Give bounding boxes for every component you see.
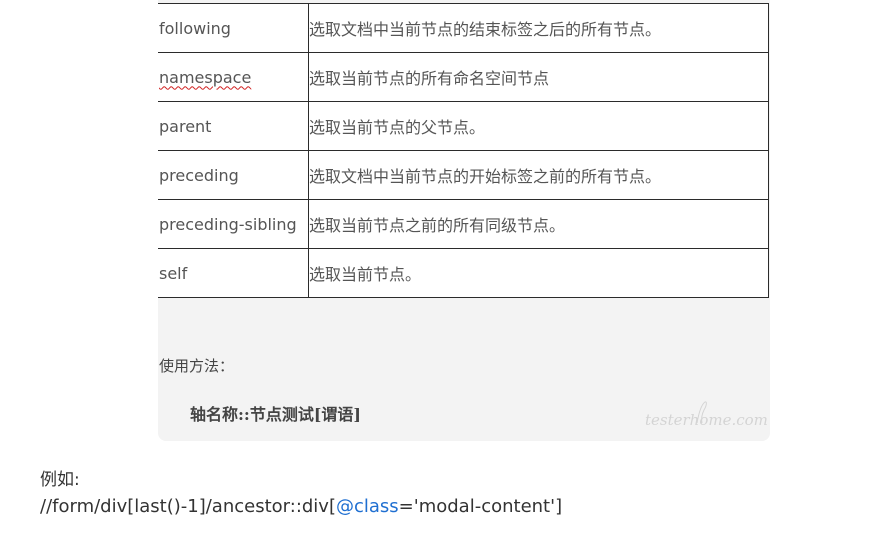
- table-row: preceding-sibling 选取当前节点之前的所有同级节点。: [158, 199, 769, 249]
- axis-name-cell: following: [158, 3, 309, 53]
- table-row: preceding 选取文档中当前节点的开始标签之前的所有节点。: [158, 150, 769, 200]
- usage-label: 使用方法：: [159, 357, 235, 375]
- example-label: 例如:: [40, 470, 80, 490]
- xpath-axis-table: following 选取文档中当前节点的结束标签之后的所有节点。 namespa…: [158, 3, 769, 298]
- embedded-axis-table-image: following 选取文档中当前节点的结束标签之后的所有节点。 namespa…: [158, 0, 770, 441]
- usage-syntax: 轴名称::节点测试[谓语]: [190, 405, 361, 424]
- table-row: self 选取当前节点。: [158, 248, 769, 298]
- axis-description-cell: 选取文档中当前节点的开始标签之前的所有节点。: [308, 150, 769, 200]
- axis-description-cell: 选取文档中当前节点的结束标签之后的所有节点。: [308, 3, 769, 53]
- axis-description-cell: 选取当前节点的父节点。: [308, 101, 769, 151]
- testerhome-watermark-logo: testerhome.com: [645, 401, 768, 429]
- axis-name-cell: parent: [158, 101, 309, 151]
- table-row: namespace 选取当前节点的所有命名空间节点: [158, 52, 769, 102]
- axis-name-cell: self: [158, 248, 309, 298]
- example-xpath-code: //form/div[last()-1]/ancestor::div[@clas…: [40, 496, 562, 517]
- user-mention-link[interactable]: @class: [336, 496, 399, 517]
- watermark-text: testerhome.com: [645, 411, 768, 429]
- code-prefix: //form/div[last()-1]/ancestor::div[: [40, 496, 336, 517]
- axis-name-cell: preceding: [158, 150, 309, 200]
- code-suffix: ='modal-content']: [398, 496, 563, 517]
- axis-name-cell: namespace: [158, 52, 309, 102]
- axis-description-cell: 选取当前节点的所有命名空间节点: [308, 52, 769, 102]
- axis-description-cell: 选取当前节点。: [308, 248, 769, 298]
- axis-description-cell: 选取当前节点之前的所有同级节点。: [308, 199, 769, 249]
- table-row: following 选取文档中当前节点的结束标签之后的所有节点。: [158, 3, 769, 53]
- axis-name-cell: preceding-sibling: [158, 199, 309, 249]
- table-row: parent 选取当前节点的父节点。: [158, 101, 769, 151]
- spellcheck-underlined-word: namespace: [159, 67, 252, 87]
